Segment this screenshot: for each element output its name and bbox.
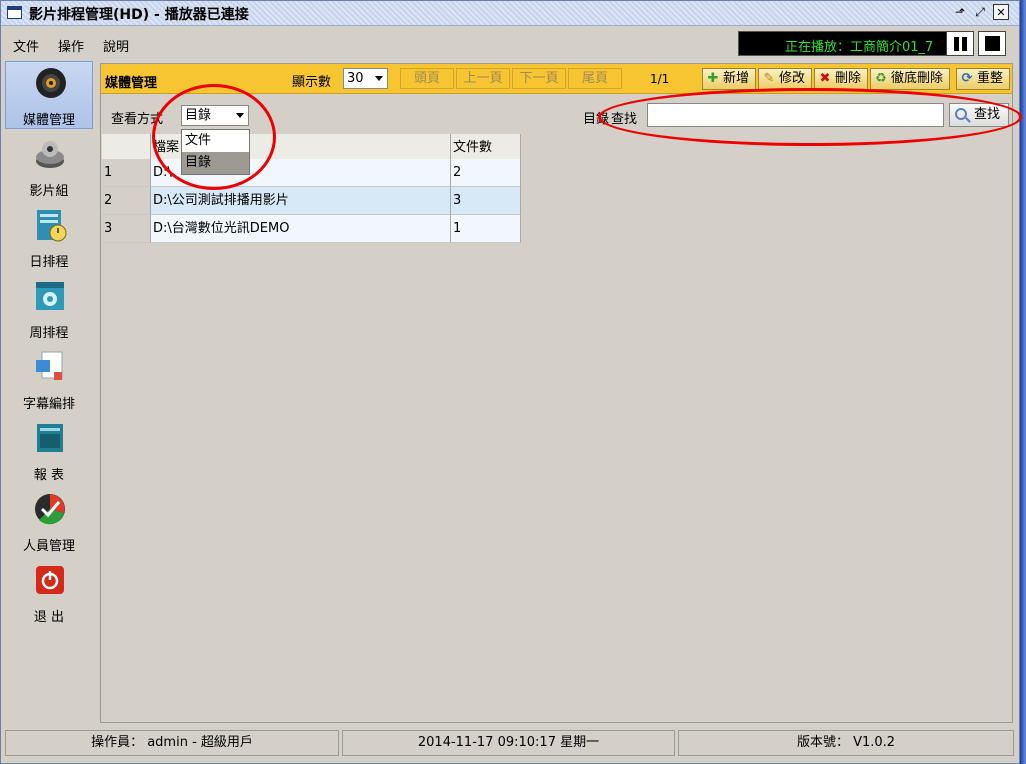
pause-button[interactable]: [946, 31, 974, 56]
status-version: 版本號： V1.0.2: [678, 730, 1014, 756]
status-bar: 操作員： admin - 超級用戶 2014-11-17 09:10:17 星期…: [1, 725, 1019, 763]
view-mode-dropdown: 文件 目錄: [181, 129, 250, 175]
sidebar: 媒體管理 影片組 日排程 周排程 字幕編排 報 表 人員管理 退 出: [4, 61, 96, 723]
last-page-button[interactable]: 尾頁: [568, 68, 622, 89]
stop-button[interactable]: [978, 31, 1006, 56]
row-path: D:\台灣數位光訊DEMO: [151, 215, 451, 243]
desktop-edge: [1020, 0, 1026, 764]
user-management-icon: [35, 494, 65, 525]
dropdown-option-directory[interactable]: 目錄: [182, 152, 249, 174]
sidebar-item-user-management[interactable]: 人員管理: [5, 488, 93, 556]
chevron-down-icon: [236, 113, 244, 118]
sidebar-item-media[interactable]: 媒體管理: [5, 61, 93, 129]
window-icon: [7, 6, 22, 19]
now-playing-display: 正在播放：工商簡介01_7: [738, 31, 947, 56]
daily-schedule-icon: [37, 210, 67, 242]
search-input[interactable]: [647, 103, 944, 127]
first-page-button[interactable]: 頭頁: [400, 68, 454, 89]
sidebar-item-label: 字幕編排: [22, 397, 75, 412]
show-count-select[interactable]: 30: [343, 68, 388, 89]
search-label: 查找: [611, 112, 638, 127]
sidebar-item-label: 日排程: [29, 255, 69, 270]
plus-icon: ✚: [707, 71, 719, 86]
pause-icon: [954, 37, 959, 51]
row-count: 2: [451, 159, 521, 187]
row-index: 2: [102, 187, 151, 215]
column-header-index: [102, 134, 151, 162]
maximize-icon[interactable]: ⤢: [972, 4, 988, 20]
sidebar-item-film-group[interactable]: 影片組: [5, 133, 93, 201]
menu-help[interactable]: 說明: [103, 36, 129, 55]
filter-bar: 查看方式 目錄 目錄 查找 查找: [101, 95, 1012, 133]
view-mode-label: 查看方式: [111, 112, 164, 127]
app-window: 影片排程管理(HD) - 播放器已連接 ⬏ ⤢ ✕ 文件 操作 說明 正在播放：…: [0, 0, 1022, 764]
next-page-button[interactable]: 下一頁: [512, 68, 566, 89]
pencil-icon: ✎: [763, 71, 775, 86]
minimize-icon[interactable]: ⬏: [952, 4, 968, 20]
sidebar-item-subtitle[interactable]: 字幕編排: [5, 346, 93, 414]
sidebar-item-weekly-schedule[interactable]: 周排程: [5, 275, 93, 343]
column-header-count[interactable]: 文件數: [451, 134, 521, 162]
sidebar-item-label: 影片組: [29, 184, 69, 199]
sidebar-item-label: 人員管理: [22, 539, 75, 554]
search-button[interactable]: 查找: [949, 103, 1009, 127]
sidebar-item-label: 報 表: [33, 468, 65, 483]
add-button[interactable]: ✚ 新增: [702, 68, 756, 90]
row-count: 3: [451, 187, 521, 215]
weekly-schedule-icon: [36, 282, 64, 310]
edit-button[interactable]: ✎ 修改: [758, 68, 812, 90]
delete-x-icon: ✖: [819, 71, 831, 86]
delete-button[interactable]: ✖ 刪除: [814, 68, 868, 90]
media-management-panel: 媒體管理 顯示數 30 頭頁 上一頁 下一頁 尾頁 1/1 ✚ 新增 ✎ 修改 …: [100, 63, 1013, 723]
sidebar-item-label: 周排程: [29, 326, 69, 341]
view-mode-select[interactable]: 目錄: [181, 105, 249, 126]
close-icon[interactable]: ✕: [993, 4, 1009, 20]
sidebar-item-daily-schedule[interactable]: 日排程: [5, 204, 93, 272]
prev-page-button[interactable]: 上一頁: [456, 68, 510, 89]
directory-label: 目錄: [583, 112, 610, 127]
now-playing-text: 正在播放：工商簡介01_7: [785, 40, 934, 55]
panel-title: 媒體管理: [105, 76, 158, 91]
chevron-down-icon: [375, 76, 383, 81]
refresh-icon: ⟳: [961, 71, 973, 86]
purge-button[interactable]: ♻ 徹底刪除: [870, 68, 950, 90]
show-count-label: 顯示數: [292, 75, 332, 90]
search-icon: [955, 108, 967, 120]
window-title: 影片排程管理(HD) - 播放器已連接: [29, 7, 249, 23]
sidebar-item-label: 媒體管理: [22, 113, 75, 128]
menu-file[interactable]: 文件: [13, 36, 39, 55]
dropdown-option-file[interactable]: 文件: [182, 130, 249, 152]
row-index: 3: [102, 215, 151, 243]
stop-icon: [985, 36, 1000, 51]
report-icon: [37, 424, 63, 452]
row-path: D:\公司測試排播用影片: [151, 187, 451, 215]
title-bar[interactable]: 影片排程管理(HD) - 播放器已連接 ⬏ ⤢ ✕: [1, 1, 1019, 26]
sidebar-item-report[interactable]: 報 表: [5, 417, 93, 485]
media-disc-icon: [36, 68, 66, 98]
page-info: 1/1: [650, 72, 670, 86]
recycle-icon: ♻: [875, 71, 887, 86]
panel-header: 媒體管理 顯示數 30 頭頁 上一頁 下一頁 尾頁 1/1 ✚ 新增 ✎ 修改 …: [101, 64, 1012, 94]
status-operator: 操作員： admin - 超級用戶: [5, 730, 339, 756]
exit-icon: [36, 566, 64, 594]
row-index: 1: [102, 159, 151, 187]
status-datetime: 2014-11-17 09:10:17 星期一: [342, 730, 675, 756]
film-group-icon: [36, 141, 64, 168]
sidebar-item-label: 退 出: [33, 610, 65, 625]
row-count: 1: [451, 215, 521, 243]
menu-operation[interactable]: 操作: [58, 36, 84, 55]
subtitle-icon: [36, 351, 63, 380]
refresh-button[interactable]: ⟳ 重整: [956, 68, 1010, 90]
sidebar-item-exit[interactable]: 退 出: [5, 559, 93, 627]
